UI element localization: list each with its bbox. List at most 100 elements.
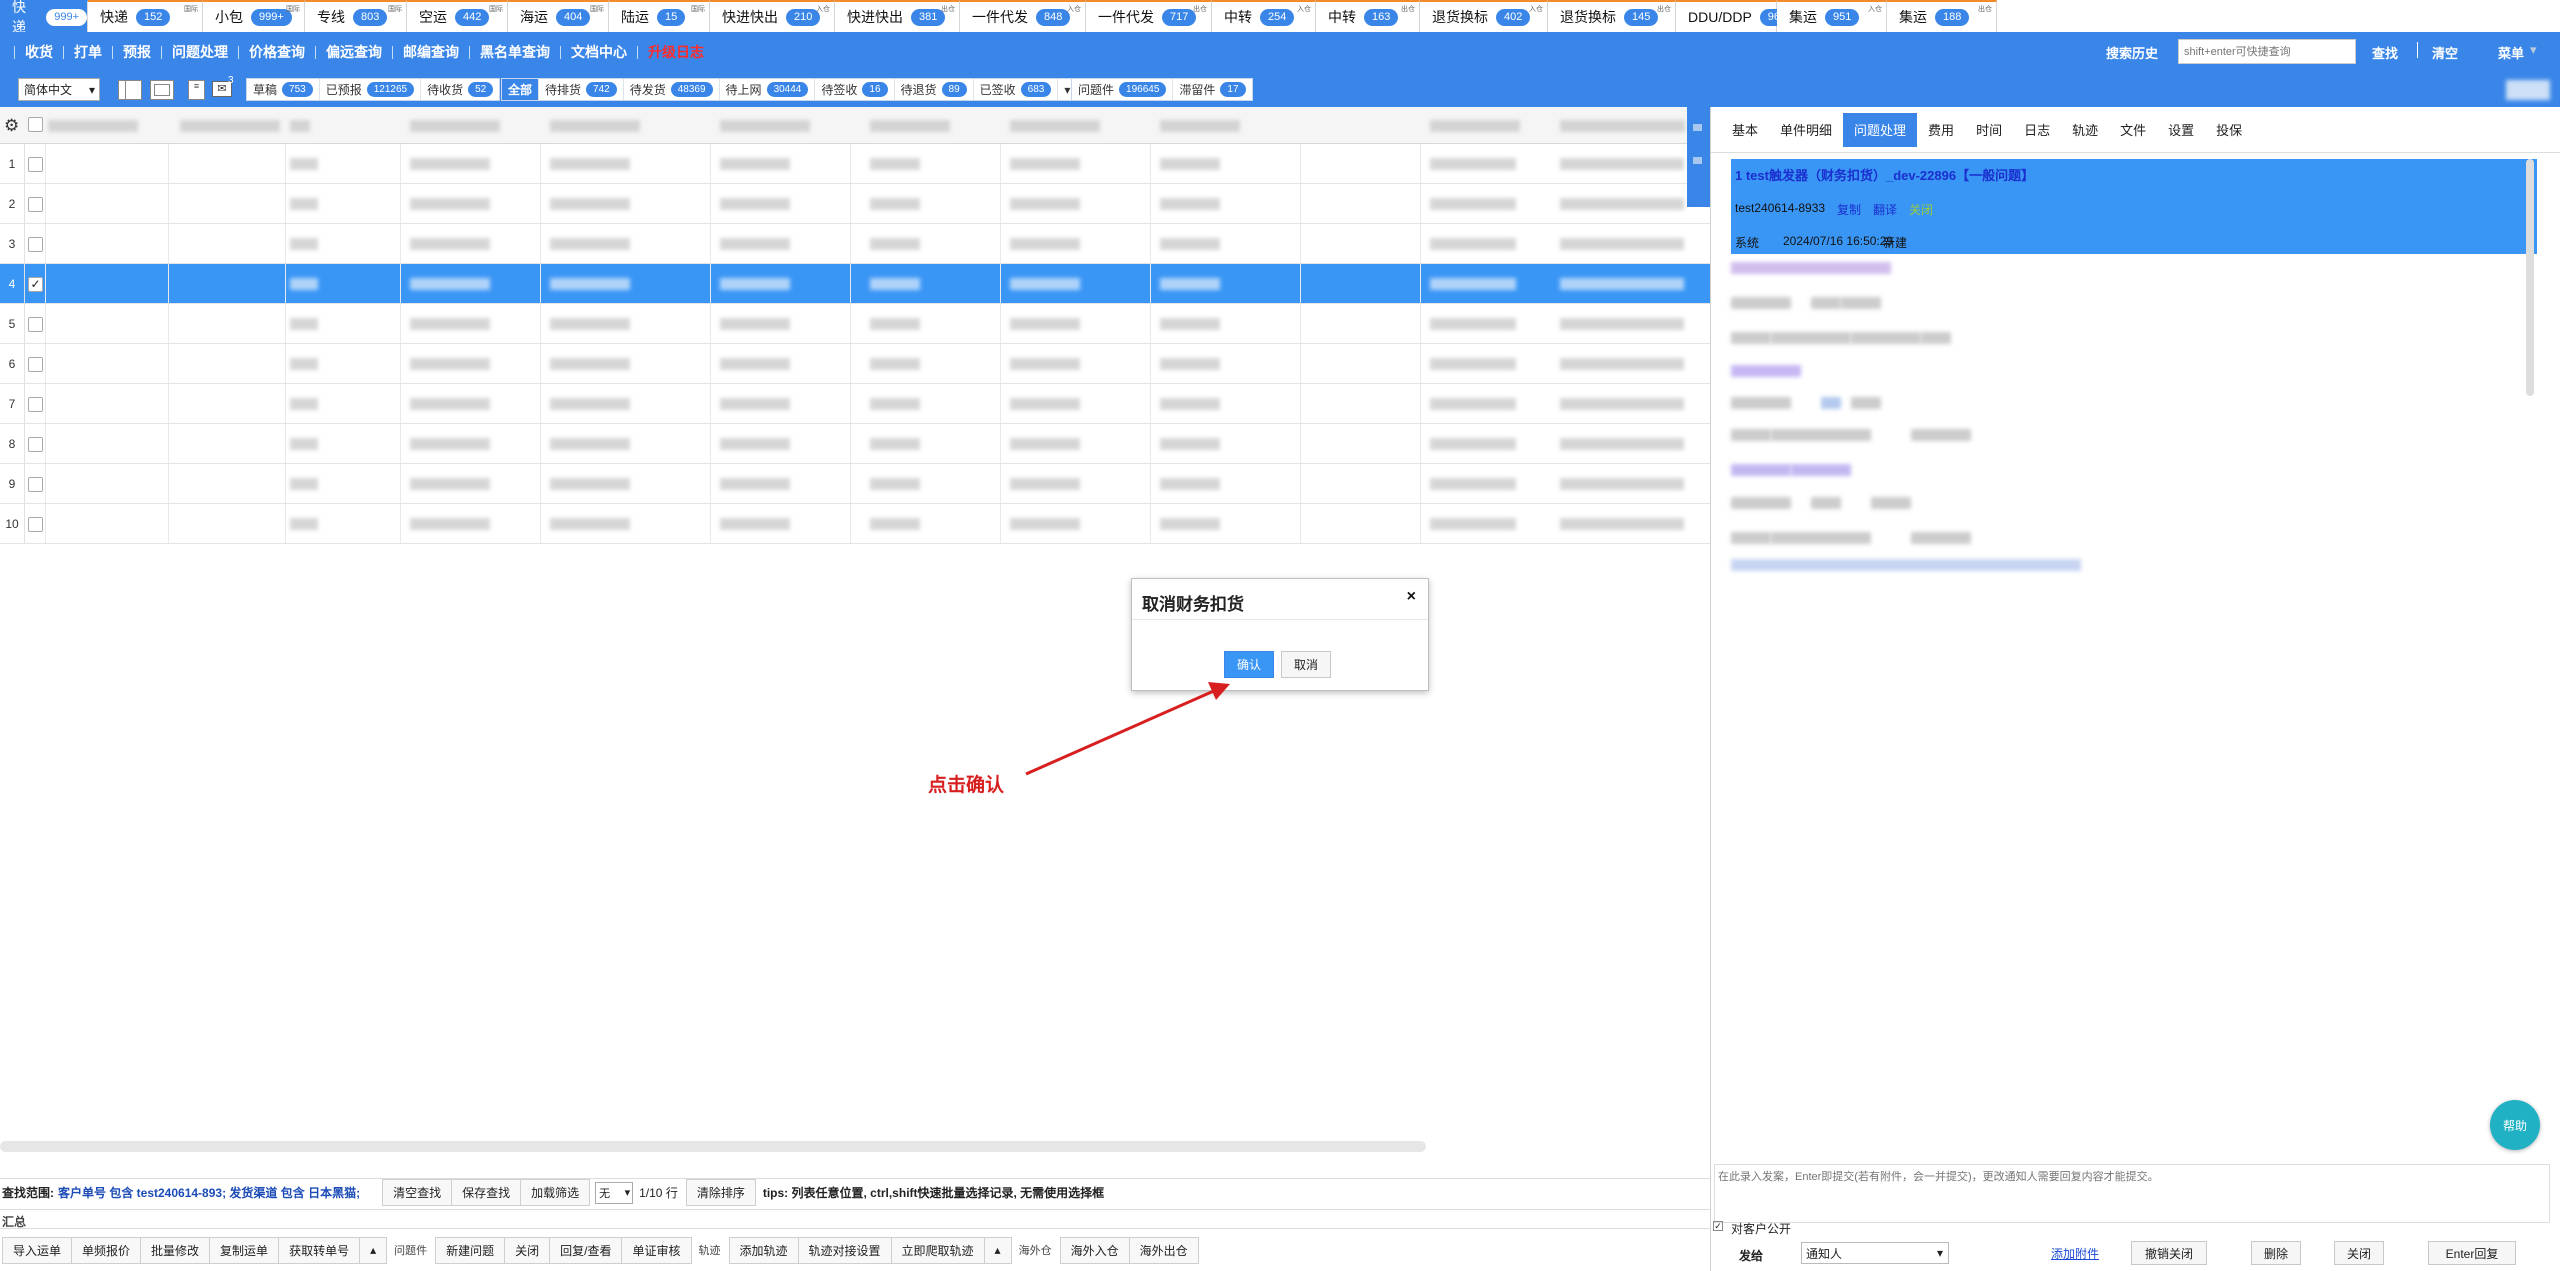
status-left-item-0[interactable]: 草稿 753 xyxy=(247,79,320,100)
category-tab-1[interactable]: 快递 152 国际 xyxy=(88,0,203,32)
menu-item-4[interactable]: 价格查询 xyxy=(238,45,315,59)
detail-tab-7[interactable]: 文件 xyxy=(2109,113,2157,147)
cancel-button[interactable]: 取消 xyxy=(1281,651,1331,678)
status-right-item-0[interactable]: 问题件 196645 xyxy=(1072,79,1174,100)
grid-scroll-tab[interactable] xyxy=(1687,107,1710,207)
status-left-item-1[interactable]: 已预报 121265 xyxy=(320,79,422,100)
problem-action-3[interactable]: 单证审核 xyxy=(621,1236,692,1264)
category-tab-10[interactable]: 一件代发 717 出仓 xyxy=(1086,0,1212,32)
category-tab-13[interactable]: 退货换标 402 入仓 xyxy=(1420,0,1548,32)
category-tab-17[interactable]: 集运 188 出仓 xyxy=(1887,0,1997,32)
close-button[interactable]: 关闭 xyxy=(2334,1241,2384,1265)
detail-tab-4[interactable]: 时间 xyxy=(1965,113,2013,147)
detail-tab-8[interactable]: 设置 xyxy=(2157,113,2205,147)
status-all-button[interactable]: 全部 xyxy=(502,79,540,100)
menu-item-5[interactable]: 偏远查询 xyxy=(315,45,392,59)
table-row[interactable]: 4 ✓ xyxy=(0,264,1710,304)
menu-item-8[interactable]: 文档中心 xyxy=(560,45,637,59)
row-checkbox[interactable] xyxy=(28,437,43,452)
undo-close-button[interactable]: 撤销关闭 xyxy=(2131,1241,2207,1265)
table-row[interactable]: 2 xyxy=(0,184,1710,224)
menu-item-0[interactable]: 收货 xyxy=(14,45,63,59)
action-button-4[interactable]: 获取转单号 xyxy=(278,1236,361,1264)
document-icon[interactable]: ≡ xyxy=(188,80,205,100)
column-header-10[interactable] xyxy=(1560,120,1685,132)
gear-icon[interactable]: ⚙ xyxy=(4,116,19,136)
find-button[interactable]: 查找 xyxy=(2372,43,2398,62)
menu-button[interactable]: 菜单 xyxy=(2498,43,2524,62)
detail-tab-1[interactable]: 单件明细 xyxy=(1769,113,1843,147)
detail-tab-2[interactable]: 问题处理 xyxy=(1843,112,1918,147)
reply-textarea[interactable] xyxy=(1714,1164,2550,1223)
table-row[interactable]: 9 xyxy=(0,464,1710,504)
category-tab-3[interactable]: 专线 803 国际 xyxy=(305,0,407,32)
row-checkbox[interactable] xyxy=(28,157,43,172)
overseas-action-0[interactable]: 海外入仓 xyxy=(1059,1236,1130,1264)
table-row[interactable]: 10 xyxy=(0,504,1710,544)
detail-tab-0[interactable]: 基本 xyxy=(1721,113,1769,147)
column-header-8[interactable] xyxy=(1160,120,1240,132)
action-button-0[interactable]: 导入运单 xyxy=(2,1236,73,1264)
layout-wide-icon[interactable] xyxy=(150,80,174,100)
action-button-3[interactable]: 复制运单 xyxy=(209,1236,280,1264)
status-mid-item-0[interactable]: 待排货 742 xyxy=(539,79,624,100)
row-checkbox[interactable] xyxy=(28,397,43,412)
detail-scrollbar[interactable] xyxy=(2526,159,2534,396)
category-tab-5[interactable]: 海运 404 国际 xyxy=(508,0,609,32)
category-tab-6[interactable]: 陆运 15 国际 xyxy=(609,0,710,32)
problem-action-1[interactable]: 关闭 xyxy=(504,1236,551,1264)
column-header-9[interactable] xyxy=(1430,120,1520,132)
overseas-action-1[interactable]: 海外出仓 xyxy=(1128,1236,1199,1264)
menu-item-2[interactable]: 预报 xyxy=(112,45,161,59)
row-checkbox[interactable] xyxy=(28,317,43,332)
public-checkbox[interactable]: ✓ xyxy=(1713,1221,1723,1231)
clear-find-button[interactable]: 清空查找 xyxy=(382,1179,453,1206)
detail-tab-3[interactable]: 费用 xyxy=(1917,113,1965,147)
row-checkbox[interactable]: ✓ xyxy=(28,277,43,292)
menu-item-7[interactable]: 黑名单查询 xyxy=(469,45,560,59)
column-header-7[interactable] xyxy=(1010,120,1100,132)
column-header-4[interactable] xyxy=(550,120,640,132)
track-action-1[interactable]: 轨迹对接设置 xyxy=(797,1236,892,1264)
language-select[interactable]: 简体中文 ▾ xyxy=(18,78,100,101)
translate-link[interactable]: 翻译 xyxy=(1873,201,1897,218)
close-link[interactable]: 关闭 xyxy=(1909,201,1933,218)
expand-icon[interactable]: ▴ xyxy=(983,1236,1012,1264)
category-tab-9[interactable]: 一件代发 848 入仓 xyxy=(960,0,1086,32)
status-right-item-1[interactable]: 滞留件 17 xyxy=(1173,79,1251,100)
horizontal-scrollbar[interactable] xyxy=(0,1141,1426,1152)
category-tab-4[interactable]: 空运 442 国际 xyxy=(407,0,508,32)
notify-select[interactable]: 通知人 ▾ xyxy=(1801,1242,1949,1264)
add-attachment-link[interactable]: 添加附件 xyxy=(2051,1245,2099,1262)
category-tab-15[interactable]: DDU/DDP 96 xyxy=(1676,0,1789,32)
select-all-checkbox[interactable] xyxy=(28,117,43,132)
action-button-2[interactable]: 批量修改 xyxy=(140,1236,211,1264)
action-button-1[interactable]: 单频报价 xyxy=(71,1236,142,1264)
category-tab-12[interactable]: 中转 163 出仓 xyxy=(1316,0,1420,32)
search-input[interactable] xyxy=(2178,39,2356,64)
close-icon[interactable]: × xyxy=(1407,588,1416,606)
category-tab-7[interactable]: 快进快出 210 入仓 xyxy=(710,0,835,32)
chevron-down-icon[interactable]: ▾ xyxy=(2530,42,2537,58)
status-mid-item-2[interactable]: 待上网 30444 xyxy=(720,79,816,100)
enter-reply-button[interactable]: Enter回复 xyxy=(2428,1241,2516,1265)
status-mid-item-5[interactable]: 已签收 683 xyxy=(974,79,1059,100)
row-checkbox[interactable] xyxy=(28,477,43,492)
row-checkbox[interactable] xyxy=(28,517,43,532)
save-find-button[interactable]: 保存查找 xyxy=(451,1179,522,1206)
category-tab-8[interactable]: 快进快出 381 出仓 xyxy=(835,0,960,32)
delete-button[interactable]: 删除 xyxy=(2251,1241,2301,1265)
clear-button[interactable]: 清空 xyxy=(2432,43,2458,62)
column-header-1[interactable] xyxy=(180,120,280,132)
column-header-3[interactable] xyxy=(410,120,500,132)
load-filter-button[interactable]: 加载筛选 xyxy=(520,1179,591,1206)
status-mid-item-3[interactable]: 待签收 16 xyxy=(815,79,895,100)
table-row[interactable]: 1 xyxy=(0,144,1710,184)
problem-action-2[interactable]: 回复/查看 xyxy=(549,1236,623,1264)
category-tab-14[interactable]: 退货换标 145 出仓 xyxy=(1548,0,1676,32)
clear-sort-button[interactable]: 清除排序 xyxy=(685,1179,756,1206)
detail-tab-6[interactable]: 轨迹 xyxy=(2061,113,2109,147)
column-header-0[interactable] xyxy=(48,120,138,132)
help-button[interactable]: 帮助 xyxy=(2490,1100,2540,1150)
problem-action-0[interactable]: 新建问题 xyxy=(435,1236,506,1264)
